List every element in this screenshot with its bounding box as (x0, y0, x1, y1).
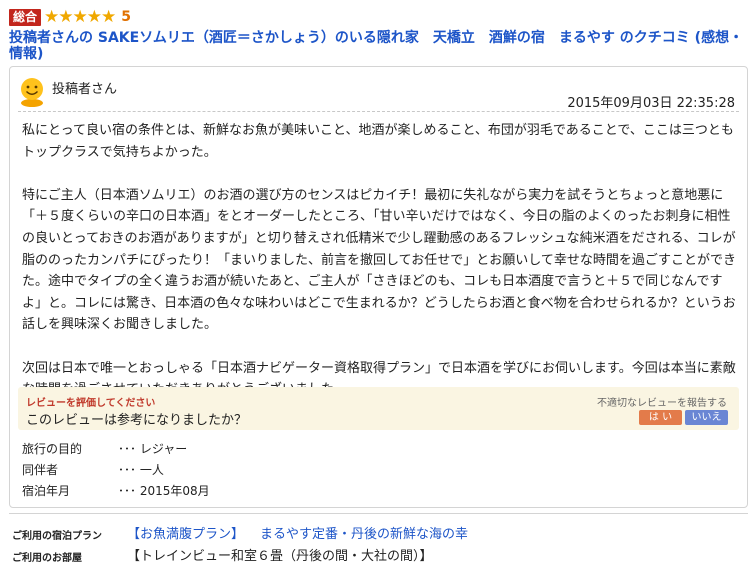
star-icon: ★ (58, 6, 73, 27)
plan-section: ご利用の宿泊プラン 【お魚満腹プラン】 まるやす定番・丹後の新鮮な海の幸 ご利用の… (9, 513, 748, 564)
detail-value: ･･･ 一人 (118, 463, 164, 477)
smiley-face-icon (21, 78, 43, 107)
plan-label: ご利用の宿泊プラン (12, 531, 102, 542)
review-paragraph: 私にとって良い宿の条件とは、新鮮なお魚が美味いこと、地酒が楽しめること、布団が羽… (22, 123, 734, 160)
review-title[interactable]: 投稿者さんの SAKEソムリエ（酒匠＝さかしょう）のいる隠れ家 天橋立 酒鮮の宿… (9, 30, 749, 62)
review-paragraph: 特にご主人（日本酒ソムリエ）のお酒の選び方のセンスはピカイチ！最初に失礼ながら実… (22, 187, 736, 333)
detail-row: 宿泊年月 ･･･ 2015年08月 (22, 481, 210, 502)
star-icon: ★ (86, 6, 102, 27)
star-icon: ★ (101, 6, 116, 27)
vote-question: このレビューは参考になりましたか？ (26, 413, 248, 428)
star-rating: ★ ★ ★ ★ ★ (44, 6, 116, 27)
author-name: 投稿者さん (52, 82, 118, 97)
rating-score: 5 (121, 9, 132, 25)
review-datetime: 2015年09月03日 22:35:28 (567, 96, 735, 111)
review-body: 私にとって良い宿の条件とは、新鮮なお魚が美味いこと、地酒が楽しめること、布団が羽… (22, 120, 740, 401)
trip-details: 旅行の目的 ･･･ レジャー 同伴者 ･･･ 一人 宿泊年月 ･･･ 2015年… (22, 439, 210, 502)
helpful-no-button[interactable]: いいえ (685, 410, 728, 425)
room-name: 【トレインビュー和室６畳（丹後の間・大社の間）】 (127, 549, 433, 564)
detail-row: 旅行の目的 ･･･ レジャー (22, 439, 210, 460)
overall-badge: 総合 (9, 8, 42, 26)
room-value: 【トレインビュー和室６畳（丹後の間・大社の間）】 (127, 545, 433, 564)
review-card: 投稿者さん 2015年09月03日 22:35:28 私にとって良い宿の条件とは… (9, 66, 748, 508)
review-vote-box: レビューを評価してください このレビューは参考になりましたか？ 不適切なレビュー… (18, 387, 739, 430)
plan-name-link[interactable]: 【お魚満腹プラン】 (127, 527, 244, 542)
room-label: ご利用のお部屋 (12, 553, 82, 564)
detail-value: ･･･ 2015年08月 (118, 484, 210, 498)
plan-description-link[interactable]: まるやす定番・丹後の新鮮な海の幸 (260, 527, 468, 542)
star-icon: ★ (72, 6, 88, 27)
vote-prompt: レビューを評価してください (26, 398, 156, 409)
detail-label: 旅行の目的 (22, 442, 83, 456)
detail-row: 同伴者 ･･･ 一人 (22, 460, 210, 481)
detail-value: ･･･ レジャー (118, 442, 188, 456)
helpful-yes-button[interactable]: は い (639, 410, 682, 425)
plan-value: 【お魚満腹プラン】 まるやす定番・丹後の新鮮な海の幸 (127, 523, 468, 542)
report-review-link[interactable]: 不適切なレビューを報告する (597, 394, 727, 409)
divider (18, 111, 739, 112)
detail-label: 同伴者 (22, 463, 59, 477)
star-icon: ★ (44, 6, 59, 27)
detail-label: 宿泊年月 (22, 484, 71, 498)
rating-row: 総合 ★ ★ ★ ★ ★ 5 (9, 8, 131, 26)
